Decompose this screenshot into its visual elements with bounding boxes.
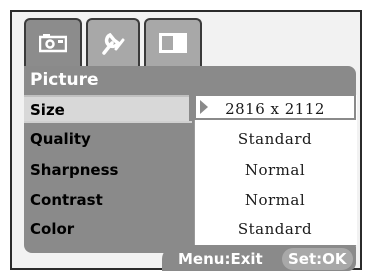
menu-item-size[interactable]: Size	[24, 95, 189, 121]
menu-item-color[interactable]: Color	[24, 216, 189, 242]
value-quality: Standard	[194, 126, 356, 152]
divider	[24, 121, 192, 123]
tab-display[interactable]	[144, 18, 202, 66]
tab-setup[interactable]	[86, 18, 140, 66]
menu-item-contrast[interactable]: Contrast	[24, 187, 189, 213]
menu-item-quality[interactable]: Quality	[24, 126, 189, 152]
menu-item-label: Contrast	[30, 191, 103, 209]
selection-arrow-icon	[200, 100, 208, 114]
value-size[interactable]: 2816 x 2112	[194, 94, 356, 120]
camera-icon	[39, 34, 67, 53]
value-text: Standard	[237, 220, 313, 238]
menu-item-sharpness[interactable]: Sharpness	[24, 157, 189, 183]
value-text: 2816 x 2112	[225, 100, 325, 118]
display-icon	[159, 33, 187, 53]
menu-item-label: Quality	[30, 130, 91, 148]
menu-item-label: Sharpness	[30, 161, 119, 179]
value-text: Standard	[237, 130, 313, 148]
menu-item-label: Color	[30, 220, 75, 238]
set-hint: Set:OK	[282, 248, 353, 270]
value-color: Standard	[194, 216, 356, 242]
exit-hint: Menu:Exit	[178, 250, 263, 268]
value-text: Normal	[244, 191, 306, 209]
wrench-icon	[102, 32, 125, 55]
value-sharpness: Normal	[194, 157, 356, 183]
value-text: Normal	[244, 161, 306, 179]
menu-item-label: Size	[30, 101, 65, 119]
tab-camera[interactable]	[24, 18, 82, 66]
value-contrast: Normal	[194, 187, 356, 213]
panel-title: Picture	[30, 70, 99, 90]
